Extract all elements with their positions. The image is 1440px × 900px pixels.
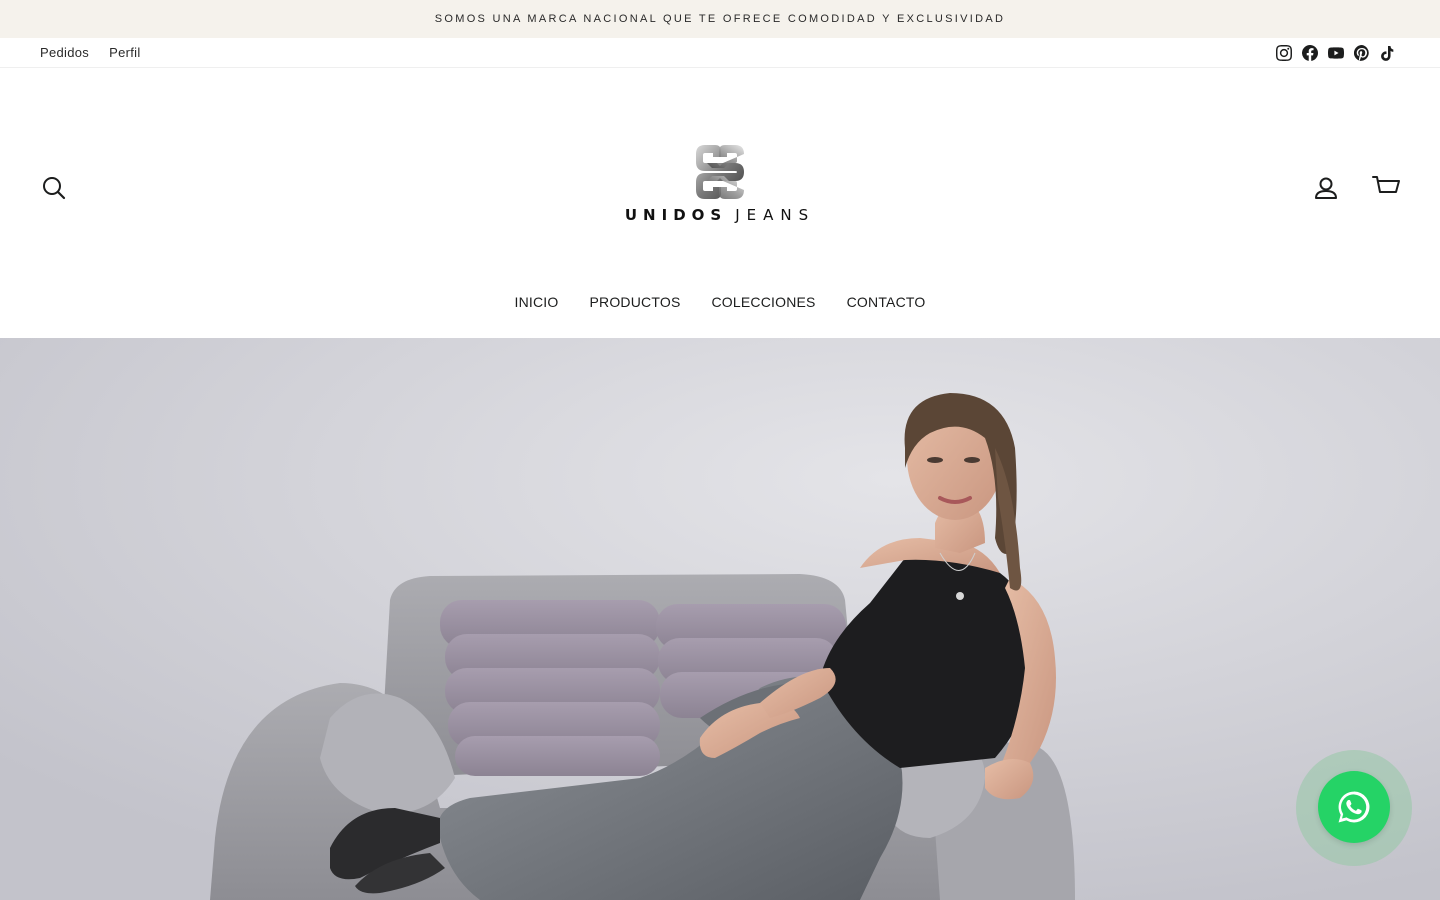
hero-banner[interactable] bbox=[0, 338, 1440, 900]
logo-word-jeans: JEANS bbox=[735, 206, 816, 224]
logo-mark-icon bbox=[696, 145, 744, 199]
site-header: UNIDOS JEANS INICIO PRODUCTOS COLECCIONES… bbox=[0, 68, 1440, 338]
profile-link[interactable]: Perfil bbox=[109, 45, 140, 60]
search-icon[interactable] bbox=[40, 174, 68, 202]
main-nav: INICIO PRODUCTOS COLECCIONES CONTACTO bbox=[0, 290, 1440, 314]
cart-icon[interactable] bbox=[1371, 172, 1401, 202]
nav-item-productos[interactable]: PRODUCTOS bbox=[589, 294, 680, 310]
announcement-text: SOMOS UNA MARCA NACIONAL QUE TE OFRECE C… bbox=[434, 13, 1006, 25]
logo-word-unidos: UNIDOS bbox=[624, 206, 728, 224]
tiktok-icon[interactable] bbox=[1380, 45, 1396, 61]
nav-item-contacto[interactable]: CONTACTO bbox=[847, 294, 926, 310]
utility-links: Pedidos Perfil bbox=[40, 45, 141, 60]
announcement-bar: SOMOS UNA MARCA NACIONAL QUE TE OFRECE C… bbox=[0, 0, 1440, 38]
instagram-icon[interactable] bbox=[1276, 44, 1292, 61]
nav-item-inicio[interactable]: INICIO bbox=[515, 294, 559, 310]
whatsapp-icon[interactable] bbox=[1318, 771, 1390, 843]
youtube-icon[interactable] bbox=[1328, 45, 1344, 61]
logo-wordmark: UNIDOS JEANS bbox=[620, 206, 820, 224]
hero-image bbox=[0, 338, 1440, 900]
social-links bbox=[1276, 44, 1400, 61]
orders-link[interactable]: Pedidos bbox=[40, 45, 89, 60]
user-icon[interactable] bbox=[1312, 174, 1340, 202]
facebook-icon[interactable] bbox=[1302, 44, 1318, 61]
pinterest-icon[interactable] bbox=[1354, 44, 1370, 61]
nav-item-colecciones[interactable]: COLECCIONES bbox=[711, 294, 815, 310]
utility-bar: Pedidos Perfil bbox=[0, 38, 1440, 68]
brand-logo[interactable]: UNIDOS JEANS bbox=[620, 142, 820, 228]
